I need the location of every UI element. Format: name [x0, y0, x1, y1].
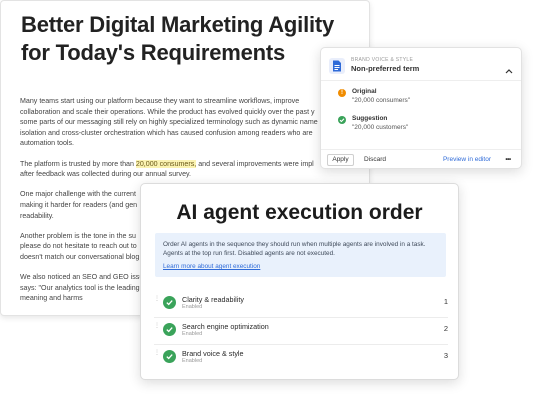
- text-line: automation tools.: [20, 139, 75, 148]
- agent-execution-order-panel: AI agent execution order Order AI agents…: [140, 183, 459, 380]
- check-circle-icon: [163, 296, 176, 309]
- more-options-button[interactable]: •••: [503, 154, 513, 166]
- warning-icon: !: [338, 89, 346, 97]
- document-title: Better Digital Marketing Agility for Tod…: [21, 12, 335, 65]
- info-text: Order AI agents in the sequence they sho…: [163, 241, 426, 258]
- popover-category: BRAND VOICE & STYLE: [351, 57, 414, 63]
- check-circle-icon: [163, 350, 176, 363]
- divider: [321, 80, 521, 81]
- agent-name: Brand voice & style: [182, 349, 244, 358]
- document-icon: [329, 58, 345, 74]
- agent-name: Search engine optimization: [182, 322, 269, 331]
- divider: [154, 317, 448, 318]
- popover-heading: Non-preferred term: [351, 64, 420, 73]
- paragraph: Many teams start using our platform beca…: [20, 96, 369, 149]
- drag-handle-icon[interactable]: ⋮: [154, 350, 160, 362]
- text-line: isolation and cross-cluster orchestratio…: [20, 128, 313, 137]
- agent-order-number: 3: [443, 351, 448, 360]
- text-line: The platform is trusted by more than 20,…: [20, 159, 369, 170]
- suggestion-value: "20,000 customers": [352, 124, 409, 131]
- text-segment: The platform is trusted by more than: [20, 159, 136, 168]
- check-circle-icon: [163, 323, 176, 336]
- agent-row-brand-voice[interactable]: ⋮ Brand voice & style Enabled 3: [154, 347, 448, 373]
- agent-status: Enabled: [182, 331, 203, 337]
- info-box: Order AI agents in the sequence they sho…: [155, 233, 446, 277]
- drag-handle-icon[interactable]: ⋮: [154, 296, 160, 308]
- flagged-term-highlight[interactable]: 20,000 consumers,: [135, 159, 197, 168]
- text-line: some parts of our messaging still rely o…: [20, 118, 318, 127]
- text-segment: and several improvements were impl: [196, 159, 314, 168]
- agent-row-seo[interactable]: ⋮ Search engine optimization Enabled 2: [154, 320, 448, 346]
- paragraph: The platform is trusted by more than 20,…: [20, 159, 369, 180]
- text-line: after feedback was collected during our …: [20, 170, 192, 179]
- panel-title: AI agent execution order: [176, 201, 423, 224]
- drag-handle-icon[interactable]: ⋮: [154, 323, 160, 335]
- agent-status: Enabled: [182, 358, 203, 364]
- suggestion-label: Suggestion: [352, 115, 388, 122]
- term-suggestion-popover: BRAND VOICE & STYLE Non-preferred term !…: [320, 47, 522, 169]
- agent-name: Clarity & readability: [182, 295, 244, 304]
- divider: [321, 149, 521, 150]
- text-line: Many teams start using our platform beca…: [20, 97, 300, 105]
- apply-button[interactable]: Apply: [327, 154, 354, 166]
- check-circle-icon: [338, 116, 346, 124]
- original-label: Original: [352, 88, 377, 95]
- discard-button[interactable]: Discard: [358, 154, 392, 166]
- preview-in-editor-link[interactable]: Preview in editor: [442, 154, 492, 166]
- agent-order-number: 1: [443, 297, 448, 306]
- agent-status: Enabled: [182, 304, 203, 310]
- text-line: collaboration and scale their operations…: [20, 107, 315, 116]
- original-value: "20,000 consumers": [352, 97, 411, 104]
- learn-more-link[interactable]: Learn more about agent execution: [163, 263, 260, 270]
- chevron-up-icon[interactable]: [505, 61, 513, 79]
- agent-row-clarity[interactable]: ⋮ Clarity & readability Enabled 1: [154, 293, 448, 319]
- agent-order-number: 2: [443, 324, 448, 333]
- divider: [154, 344, 448, 345]
